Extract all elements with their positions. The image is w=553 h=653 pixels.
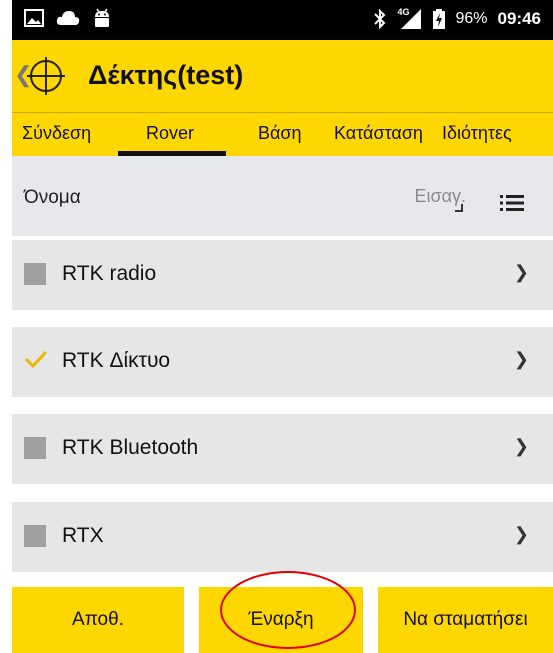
gallery-icon bbox=[24, 9, 44, 27]
name-row: Όνομα bbox=[12, 156, 553, 236]
chevron-right-icon[interactable]: ❯ bbox=[514, 349, 529, 370]
option-label: RTK radio bbox=[62, 262, 157, 285]
status-left-icons bbox=[24, 8, 112, 28]
signal-4g-icon: 4G bbox=[397, 7, 423, 29]
input-corner-mark bbox=[455, 204, 463, 212]
tab-base[interactable]: Βάση bbox=[258, 123, 302, 144]
gnss-target-icon[interactable] bbox=[26, 56, 66, 96]
tab-properties[interactable]: Ιδιότητες bbox=[442, 123, 512, 144]
status-right-icons: 4G 96% 09:46 bbox=[373, 7, 541, 29]
checkbox-unchecked[interactable] bbox=[24, 525, 46, 547]
stop-button[interactable]: Να σταματήσει bbox=[378, 587, 553, 653]
checkmark-icon[interactable] bbox=[24, 347, 48, 371]
tab-connection[interactable]: Σύνδεση bbox=[22, 123, 91, 144]
list-menu-icon[interactable] bbox=[500, 194, 524, 212]
option-row-rtk-radio[interactable]: RTK radio ❯ bbox=[12, 240, 553, 310]
tab-rover[interactable]: Rover bbox=[146, 123, 194, 144]
save-button[interactable]: Αποθ. bbox=[12, 587, 184, 653]
name-input[interactable] bbox=[342, 180, 466, 212]
android-icon bbox=[95, 8, 109, 27]
battery-percent: 96% bbox=[455, 10, 488, 27]
checkbox-unchecked[interactable] bbox=[24, 437, 46, 459]
option-label: RTK Bluetooth bbox=[62, 436, 199, 459]
option-label: RTK Δίκτυο bbox=[62, 349, 171, 372]
app-screen: 4G 96% 09:46 ❮ Δέκτης(test) Σύνδεση Rove… bbox=[12, 0, 553, 653]
option-row-rtk-bluetooth[interactable]: RTK Bluetooth ❯ bbox=[12, 414, 553, 484]
battery-charging-icon bbox=[433, 9, 446, 29]
start-button[interactable]: Έναρξη bbox=[199, 587, 363, 653]
bluetooth-icon bbox=[374, 9, 386, 29]
network-type-label: 4G bbox=[397, 7, 410, 17]
chevron-right-icon[interactable]: ❯ bbox=[514, 262, 529, 283]
name-label: Όνομα bbox=[24, 187, 81, 208]
checkbox-unchecked[interactable] bbox=[24, 263, 46, 285]
chevron-right-icon[interactable]: ❯ bbox=[514, 524, 529, 545]
status-bar: 4G 96% 09:46 bbox=[12, 0, 553, 40]
cloud-icon bbox=[56, 11, 80, 25]
clock: 09:46 bbox=[497, 9, 541, 28]
option-label: RTX bbox=[62, 524, 104, 547]
page-title: Δέκτης(test) bbox=[88, 60, 244, 90]
option-row-rtx[interactable]: RTX ❯ bbox=[12, 502, 553, 572]
option-row-rtk-network[interactable]: RTK Δίκτυο ❯ bbox=[12, 327, 553, 397]
tab-bar: Σύνδεση Rover Βάση Κατάσταση Ιδιότητες bbox=[12, 112, 553, 157]
app-bar: ❮ Δέκτης(test) bbox=[12, 40, 553, 112]
chevron-right-icon[interactable]: ❯ bbox=[514, 436, 529, 457]
tab-status[interactable]: Κατάσταση bbox=[334, 123, 423, 144]
